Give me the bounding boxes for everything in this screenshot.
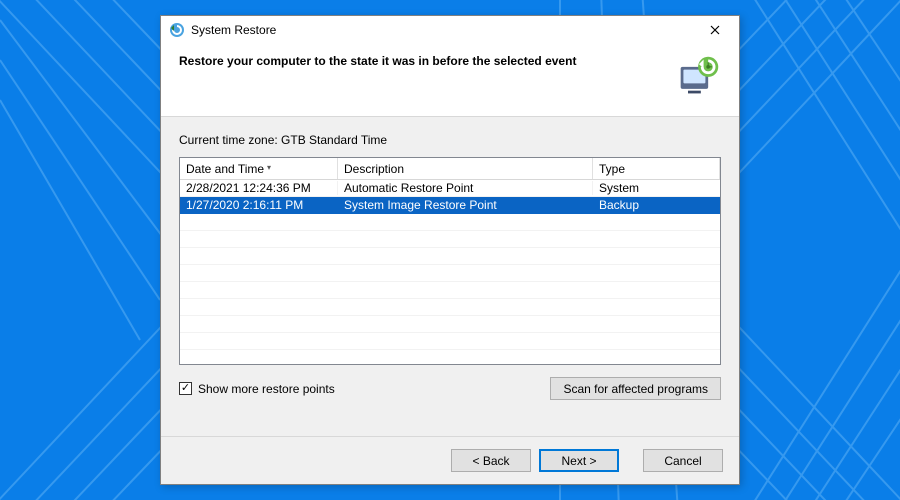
column-header-type-label: Type [599, 162, 625, 176]
list-header: Date and Time ▾ Description Type [180, 158, 720, 180]
under-list-row: Show more restore points Scan for affect… [179, 377, 721, 400]
cell-date: 2/28/2021 12:24:36 PM [180, 181, 338, 195]
titlebar: System Restore [161, 16, 739, 44]
table-row[interactable]: 1/27/2020 2:16:11 PMSystem Image Restore… [180, 197, 720, 214]
show-more-checkbox[interactable]: Show more restore points [179, 382, 335, 396]
cell-type: System [593, 181, 720, 195]
content-area: Current time zone: GTB Standard Time Dat… [161, 117, 739, 436]
column-header-type[interactable]: Type [593, 158, 720, 179]
cell-desc: System Image Restore Point [338, 198, 593, 212]
close-button[interactable] [695, 18, 735, 42]
cancel-button[interactable]: Cancel [643, 449, 723, 472]
system-restore-dialog: System Restore Restore your computer to … [160, 15, 740, 485]
sort-indicator-icon: ▾ [267, 163, 271, 172]
checkbox-icon [179, 382, 192, 395]
restore-points-list: Date and Time ▾ Description Type 2/28/20… [179, 157, 721, 365]
back-button[interactable]: < Back [451, 449, 531, 472]
table-row-empty [180, 231, 720, 248]
cell-desc: Automatic Restore Point [338, 181, 593, 195]
column-header-description[interactable]: Description [338, 158, 593, 179]
system-restore-icon [169, 22, 185, 38]
desktop-wallpaper: System Restore Restore your computer to … [0, 0, 900, 500]
table-row-empty [180, 350, 720, 364]
list-body[interactable]: 2/28/2021 12:24:36 PMAutomatic Restore P… [180, 180, 720, 364]
cell-type: Backup [593, 198, 720, 212]
page-heading: Restore your computer to the state it wa… [179, 54, 665, 68]
restore-hero-icon [677, 54, 721, 98]
column-header-description-label: Description [344, 162, 404, 176]
timezone-prefix: Current time zone: [179, 133, 281, 147]
timezone-label: Current time zone: GTB Standard Time [179, 133, 721, 147]
table-row-empty [180, 265, 720, 282]
column-header-date[interactable]: Date and Time ▾ [180, 158, 338, 179]
header-strip: Restore your computer to the state it wa… [161, 44, 739, 117]
column-header-date-label: Date and Time [186, 162, 264, 176]
table-row-empty [180, 248, 720, 265]
table-row-empty [180, 316, 720, 333]
table-row-empty [180, 282, 720, 299]
timezone-value: GTB Standard Time [281, 133, 387, 147]
table-row[interactable]: 2/28/2021 12:24:36 PMAutomatic Restore P… [180, 180, 720, 197]
show-more-label: Show more restore points [198, 382, 335, 396]
table-row-empty [180, 333, 720, 350]
window-title: System Restore [191, 23, 695, 37]
wizard-footer: < Back Next > Cancel [161, 436, 739, 484]
cell-date: 1/27/2020 2:16:11 PM [180, 198, 338, 212]
table-row-empty [180, 299, 720, 316]
scan-affected-button[interactable]: Scan for affected programs [550, 377, 721, 400]
next-button[interactable]: Next > [539, 449, 619, 472]
table-row-empty [180, 214, 720, 231]
